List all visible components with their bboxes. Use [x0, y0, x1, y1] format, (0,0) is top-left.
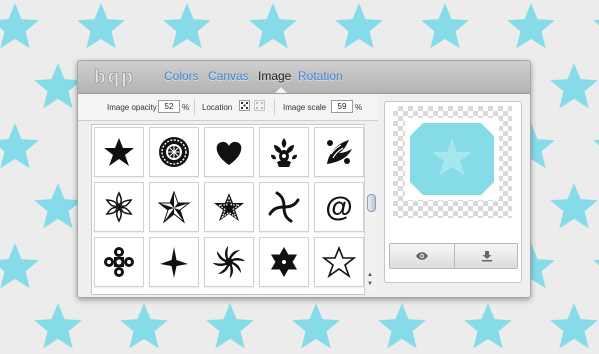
svg-text:bqp: bqp — [94, 67, 135, 87]
shape-tile[interactable] — [149, 127, 199, 177]
scroll-down-icon[interactable]: ▼ — [367, 281, 373, 287]
background-star — [249, 3, 297, 49]
image-scale-label: Image scale — [283, 103, 327, 112]
background-star — [550, 303, 598, 349]
preview-actions — [389, 243, 518, 269]
background-star — [335, 3, 383, 49]
shape-tile[interactable] — [204, 127, 254, 177]
background-star — [34, 63, 82, 109]
download-button[interactable] — [454, 244, 518, 268]
preview-star-tile — [405, 118, 499, 200]
tab-canvas[interactable]: Canvas — [208, 69, 249, 83]
shape-grid-scrollbar[interactable]: ▲ ▼ — [364, 124, 377, 293]
star-6point-icon — [271, 247, 297, 277]
opacity-unit: % — [182, 103, 190, 112]
background-star — [593, 259, 599, 266]
shape-tile[interactable]: @ — [314, 182, 364, 232]
active-tab-pointer — [275, 87, 287, 93]
background-star — [464, 303, 512, 349]
ornament-icon — [327, 140, 352, 164]
tab-colors[interactable]: Colors — [164, 69, 199, 83]
shape-grid: @ — [91, 124, 365, 295]
shape-tile[interactable] — [149, 237, 199, 287]
shape-tile[interactable] — [314, 237, 364, 287]
shape-tile[interactable] — [94, 127, 144, 177]
star-4point-icon — [160, 247, 188, 278]
background-star — [550, 63, 598, 109]
background-star — [77, 3, 125, 49]
divider — [274, 99, 275, 115]
background-star — [206, 303, 254, 349]
preview-canvas — [393, 106, 512, 218]
image-scale-input[interactable] — [331, 100, 353, 113]
background-star — [378, 303, 426, 349]
background-star — [0, 123, 39, 169]
swirl-arms-icon — [268, 191, 300, 223]
spiral-sun-icon — [212, 245, 246, 279]
scrollbar-thumb[interactable] — [367, 194, 376, 212]
background-star — [34, 183, 82, 229]
shape-tile[interactable] — [259, 127, 309, 177]
fleur-ornament-icon — [271, 138, 297, 167]
svg-text:@: @ — [325, 191, 352, 222]
shape-tile[interactable] — [314, 127, 364, 177]
shape-tile[interactable] — [149, 182, 199, 232]
at-sign-icon: @ — [325, 191, 352, 222]
divider — [194, 99, 195, 115]
background-star — [292, 303, 340, 349]
shape-tile[interactable] — [94, 182, 144, 232]
background-star — [120, 303, 168, 349]
background-star — [0, 3, 39, 49]
location-corners-icon[interactable] — [254, 100, 265, 111]
download-icon — [481, 251, 492, 262]
background-star — [421, 3, 469, 49]
tab-rotation[interactable]: Rotation — [298, 69, 343, 83]
background-star — [0, 243, 39, 289]
background-star — [593, 139, 599, 146]
star-filled-icon — [104, 138, 134, 166]
background-star — [34, 303, 82, 349]
shape-tile[interactable] — [94, 237, 144, 287]
editor-panel: bqp Colors Canvas Image Rotation Image o… — [77, 60, 531, 298]
image-opacity-label: Image opacity — [107, 103, 157, 112]
nautical-star-icon — [157, 190, 191, 224]
image-opacity-input[interactable] — [158, 100, 180, 113]
location-scatter-icon[interactable] — [239, 100, 250, 111]
heart-icon — [216, 141, 242, 165]
background-star — [163, 3, 211, 49]
cross-ornament-icon — [104, 247, 134, 277]
location-label: Location — [202, 103, 233, 112]
shape-tile[interactable] — [204, 237, 254, 287]
shape-tile[interactable] — [259, 237, 309, 287]
top-bar: bqp Colors Canvas Image Rotation — [78, 61, 530, 94]
star-outline-icon — [322, 245, 356, 279]
background-star — [593, 19, 599, 26]
scroll-up-icon[interactable]: ▲ — [367, 272, 373, 278]
background-star — [550, 183, 598, 229]
tab-image[interactable]: Image — [258, 69, 291, 83]
mandala-icon — [159, 137, 189, 167]
preview-button[interactable] — [390, 244, 453, 268]
flower-outline-icon — [105, 191, 133, 223]
shape-tile[interactable] — [204, 182, 254, 232]
image-options-bar: Image opacity % Location Image scale % — [78, 94, 378, 121]
shape-tile[interactable] — [259, 182, 309, 232]
dotted-star-icon — [214, 193, 244, 221]
app-logo: bqp — [92, 67, 146, 92]
eye-icon — [415, 252, 428, 260]
background-star — [507, 3, 555, 49]
scale-unit: % — [355, 103, 363, 112]
preview-panel — [384, 101, 522, 283]
